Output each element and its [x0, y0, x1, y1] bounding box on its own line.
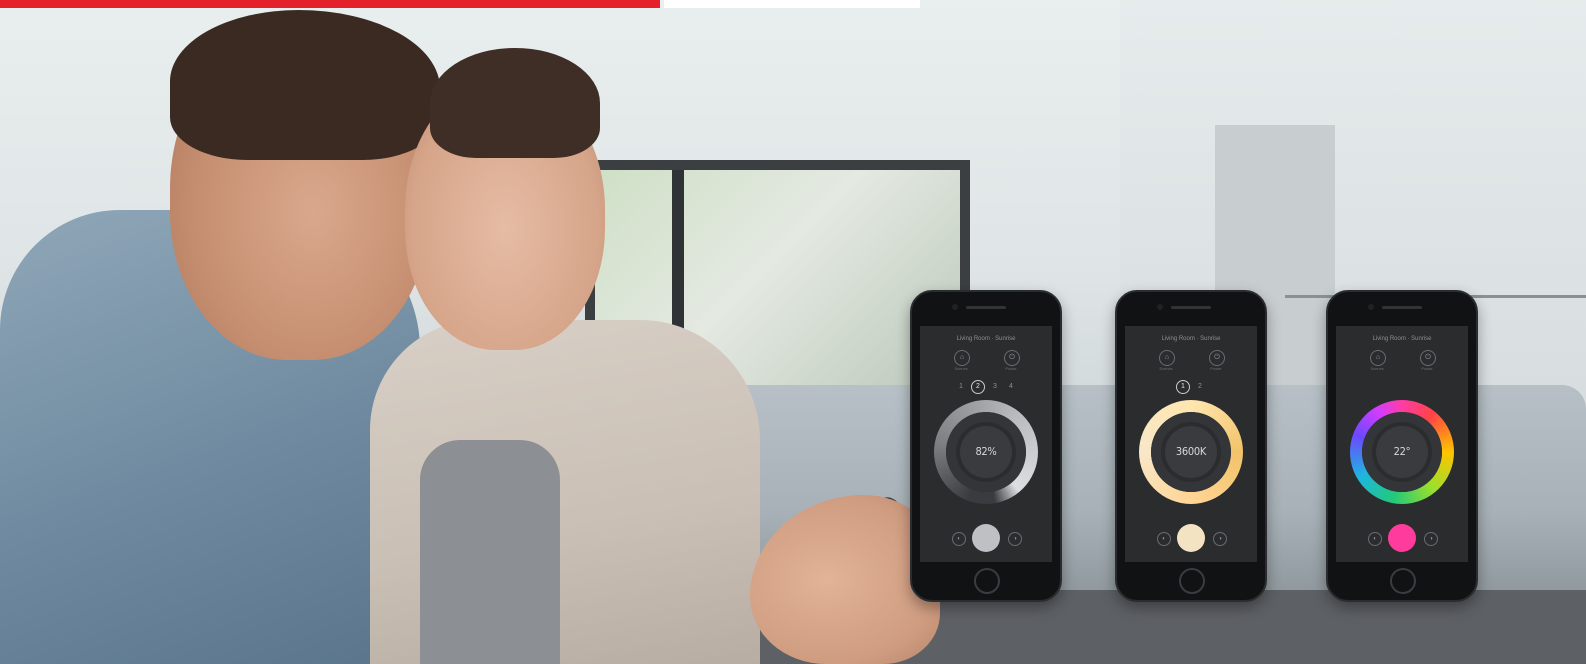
power-label: Power	[1005, 366, 1017, 371]
color-wheel-dial[interactable]: 22°	[1350, 400, 1454, 504]
phone-camera	[1157, 304, 1163, 310]
app-screen-temperature: Living Room · Sunrise ⌂ Scenes ⏻ Power 1…	[1125, 326, 1257, 562]
power-label: Power	[1210, 366, 1222, 371]
app-screen-color: Living Room · Sunrise ⌂ Scenes ⏻ Power 2…	[1336, 326, 1468, 562]
preset-left-icon[interactable]: ◐	[1368, 532, 1382, 546]
preset-left-icon[interactable]: ◐	[1157, 532, 1171, 546]
home-button[interactable]	[1179, 568, 1205, 594]
temperature-dial[interactable]: 3600K	[1139, 400, 1243, 504]
brightness-dial[interactable]: 82%	[934, 400, 1038, 504]
home-button[interactable]	[1390, 568, 1416, 594]
screen-header: Living Room · Sunrise	[956, 336, 1016, 342]
app-screen-brightness: Living Room · Sunrise ⌂ Scenes ⏻ Power 1…	[920, 326, 1052, 562]
color-swatch-button[interactable]	[1388, 524, 1416, 552]
scenes-icon[interactable]: ⌂	[1159, 350, 1175, 366]
power-icon[interactable]: ⏻	[1420, 350, 1436, 366]
zone-tab-3[interactable]: 3	[989, 381, 1001, 393]
phone-speaker	[1382, 306, 1422, 309]
brand-bar-red	[0, 0, 660, 8]
temperature-value: 3600K	[1165, 426, 1217, 478]
power-icon[interactable]: ⏻	[1209, 350, 1225, 366]
color-value: 22°	[1376, 426, 1428, 478]
scenes-icon[interactable]: ⌂	[1370, 350, 1386, 366]
zone-tabs: 1234	[920, 380, 1052, 394]
scenes-label: Scenes	[954, 366, 968, 371]
phone-temperature: Living Room · Sunrise ⌂ Scenes ⏻ Power 1…	[1115, 290, 1267, 602]
phone-color: Living Room · Sunrise ⌂ Scenes ⏻ Power 2…	[1326, 290, 1478, 602]
color-swatch-button[interactable]	[1177, 524, 1205, 552]
brightness-value: 82%	[960, 426, 1012, 478]
woman-top	[420, 440, 560, 664]
phone-speaker	[966, 306, 1006, 309]
phone-speaker	[1171, 306, 1211, 309]
color-swatch-button[interactable]	[972, 524, 1000, 552]
power-label: Power	[1421, 366, 1433, 371]
zone-tab-2[interactable]: 2	[1194, 381, 1206, 393]
phone-camera	[1368, 304, 1374, 310]
scenes-icon[interactable]: ⌂	[954, 350, 970, 366]
screen-header: Living Room · Sunrise	[1372, 336, 1432, 342]
zone-tab-4[interactable]: 4	[1005, 381, 1017, 393]
screen-header: Living Room · Sunrise	[1161, 336, 1221, 342]
phone-brightness: Living Room · Sunrise ⌂ Scenes ⏻ Power 1…	[910, 290, 1062, 602]
zone-tab-2[interactable]: 2	[971, 380, 985, 394]
power-icon[interactable]: ⏻	[1004, 350, 1020, 366]
brand-bar-white	[664, 0, 920, 8]
scenes-label: Scenes	[1370, 366, 1384, 371]
preset-right-icon[interactable]: ◑	[1008, 532, 1022, 546]
home-button[interactable]	[974, 568, 1000, 594]
preset-right-icon[interactable]: ◑	[1424, 532, 1438, 546]
hero-image: Living Room · Sunrise ⌂ Scenes ⏻ Power 1…	[0, 0, 1586, 664]
preset-left-icon[interactable]: ◐	[952, 532, 966, 546]
phone-camera	[952, 304, 958, 310]
zone-tab-1[interactable]: 1	[955, 381, 967, 393]
preset-right-icon[interactable]: ◑	[1213, 532, 1227, 546]
zone-tabs: 12	[1125, 380, 1257, 394]
woman-hair	[430, 48, 600, 158]
scenes-label: Scenes	[1159, 366, 1173, 371]
zone-tab-1[interactable]: 1	[1176, 380, 1190, 394]
